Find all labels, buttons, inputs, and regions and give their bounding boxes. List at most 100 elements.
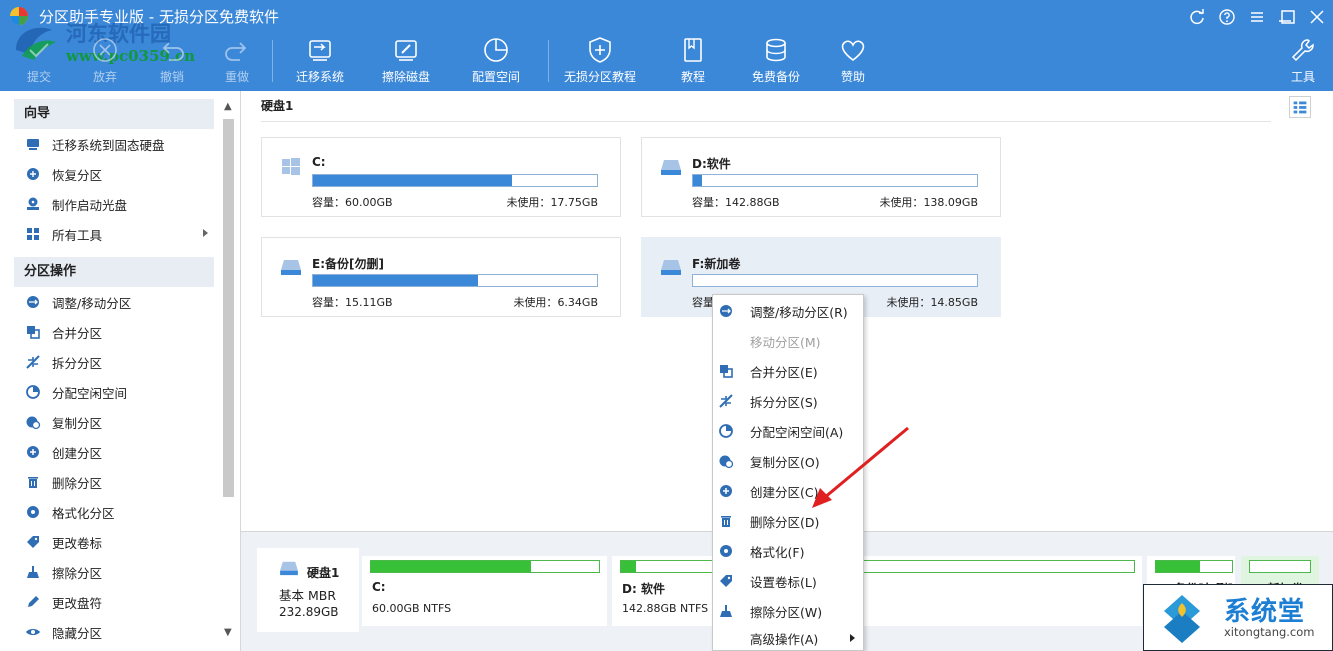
scrollbar-thumb[interactable] (223, 119, 234, 497)
commit-label: 提交 (26, 70, 51, 84)
usage-bar (1249, 560, 1311, 573)
menu-item-label: 分配空闲空间(A) (750, 424, 844, 440)
usage-bar-fill (313, 175, 512, 186)
ops-section-title: 分区操作 (14, 257, 214, 287)
divider (261, 121, 1271, 122)
partition-card-e[interactable]: E:备份[勿删] 容量：15.11GB 未使用：6.34GB (261, 237, 621, 317)
discard-button[interactable]: 放弃 (90, 36, 120, 88)
sidebar-item-label: 调整/移动分区 (52, 295, 132, 311)
redo-button[interactable]: 重做 (222, 36, 252, 88)
partition-size: 142.88GB NTFS (622, 602, 709, 615)
app-logo-icon (10, 7, 28, 25)
sidebar-item-create[interactable]: 创建分区 (14, 437, 214, 467)
migrate-os-icon (309, 40, 331, 61)
menu-item-split[interactable]: 拆分分区(S) (713, 386, 863, 416)
disk-summary[interactable]: 硬盘1 基本 MBR 232.89GB (257, 548, 359, 632)
sidebar-item-hide[interactable]: 隐藏分区 (14, 617, 214, 647)
sidebar-item-allocate[interactable]: 分配空闲空间 (14, 377, 214, 407)
create-icon (720, 485, 732, 497)
chevron-right-icon (203, 229, 208, 237)
grid-tools-icon (24, 226, 42, 242)
menu-item-create[interactable]: 创建分区(C) (713, 476, 863, 506)
resize-icon (24, 294, 42, 310)
sidebar-item-label: 隐藏分区 (52, 625, 103, 641)
sidebar-item-merge[interactable]: 合并分区 (14, 317, 214, 347)
pie-icon (24, 384, 42, 400)
tutorial-button[interactable]: 教程 (678, 36, 708, 88)
free-backup-button[interactable]: 免费备份 (752, 36, 800, 88)
sponsor-button[interactable]: 赞助 (838, 36, 868, 88)
menu-icon[interactable] (1248, 8, 1266, 26)
merge-icon (720, 365, 733, 378)
sidebar-item-recover[interactable]: 恢复分区 (14, 159, 214, 189)
partition-size: 60.00GB NTFS (372, 602, 452, 615)
pencil-icon (24, 594, 42, 610)
sidebar-item-split[interactable]: 拆分分区 (14, 347, 214, 377)
discard-label: 放弃 (92, 70, 117, 84)
maximize-icon[interactable] (1279, 8, 1297, 26)
migrate-os-label: 迁移系统 (296, 70, 345, 84)
allocate-space-button[interactable]: 配置空间 (472, 36, 520, 88)
sidebar-item-all-tools[interactable]: 所有工具 (14, 219, 214, 249)
sidebar-item-delete[interactable]: 删除分区 (14, 467, 214, 497)
sidebar-item-format[interactable]: 格式化分区 (14, 497, 214, 527)
sidebar-item-resize[interactable]: 调整/移动分区 (14, 287, 214, 317)
usage-bar-fill (693, 175, 702, 186)
pie-icon (719, 424, 733, 438)
sidebar-item-migrate-ssd[interactable]: 迁移系统到固态硬盘 (14, 129, 214, 159)
sidebar-item-change-label[interactable]: 更改卷标 (14, 527, 214, 557)
drive-icon (661, 160, 681, 175)
undo-button[interactable]: 撤销 (157, 36, 187, 88)
disk-map-partition-c[interactable]: C: 60.00GB NTFS (362, 556, 607, 626)
recover-icon (24, 166, 42, 182)
partition-card-c[interactable]: C: 容量：60.00GB 未使用：17.75GB (261, 137, 621, 217)
windows-icon (282, 158, 300, 175)
drive-icon (281, 260, 301, 275)
capacity-text: 容量：60.00GB (312, 196, 393, 209)
help-icon[interactable] (1218, 8, 1236, 26)
wipe-disk-button[interactable]: 擦除磁盘 (382, 36, 430, 88)
menu-item-copy[interactable]: 复制分区(O) (713, 446, 863, 476)
usage-bar (692, 274, 978, 287)
menu-item-advanced[interactable]: 高级操作(A) (713, 623, 863, 651)
migrate-os-button[interactable]: 迁移系统 (296, 36, 344, 88)
menu-item-label: 擦除分区(W) (750, 604, 823, 620)
menu-item-resize[interactable]: 调整/移动分区(R) (713, 296, 863, 326)
menu-item-move[interactable]: 移动分区(M) (713, 326, 863, 356)
toolbar-divider (272, 40, 273, 82)
menu-item-merge[interactable]: 合并分区(E) (713, 356, 863, 386)
menu-item-format[interactable]: 格式化(F) (713, 536, 863, 566)
scroll-down-icon[interactable]: ▼ (224, 627, 232, 638)
scroll-up-icon[interactable]: ▲ (224, 101, 232, 112)
free-text: 未使用：6.34GB (513, 296, 598, 309)
close-icon[interactable] (1308, 8, 1326, 26)
menu-item-wipe[interactable]: 擦除分区(W) (713, 596, 863, 626)
refresh-icon[interactable] (1188, 8, 1206, 26)
lossless-tutorial-button[interactable]: 无损分区教程 (564, 36, 636, 88)
wrench-icon (1291, 39, 1314, 62)
tutorial-label: 教程 (680, 70, 705, 84)
tools-button[interactable]: 工具 (1288, 36, 1318, 88)
tag-icon (720, 575, 732, 587)
sidebar-scrollbar[interactable]: ▲ ▼ (221, 97, 235, 643)
disk-map-partition-d[interactable]: D: 软件 142.88GB NTFS (612, 556, 1142, 626)
tag-icon (24, 534, 42, 550)
menu-item-set-label[interactable]: 设置卷标(L) (713, 566, 863, 596)
split-icon (24, 354, 42, 370)
menu-item-delete[interactable]: 删除分区(D) (713, 506, 863, 536)
view-toggle-button[interactable] (1289, 96, 1311, 118)
merge-icon (24, 324, 42, 340)
split-icon (719, 394, 733, 408)
partition-card-d[interactable]: D:软件 容量：142.88GB 未使用：138.09GB (641, 137, 1001, 217)
commit-button[interactable]: 提交 (24, 36, 54, 88)
title-toolbar: 分区助手专业版 - 无损分区免费软件 河东软件园 www.pc0359.cn 提… (0, 0, 1333, 91)
partition-name: E:备份[勿删] (312, 257, 384, 271)
sidebar-item-wipe[interactable]: 擦除分区 (14, 557, 214, 587)
sidebar-item-change-letter[interactable]: 更改盘符 (14, 587, 214, 617)
menu-item-allocate[interactable]: 分配空闲空间(A) (713, 416, 863, 446)
sidebar-item-boot-disc[interactable]: 制作启动光盘 (14, 189, 214, 219)
usage-bar-fill (371, 561, 531, 572)
usage-bar-fill (621, 561, 637, 572)
sidebar-item-copy[interactable]: 复制分区 (14, 407, 214, 437)
context-menu: 调整/移动分区(R) 移动分区(M) 合并分区(E) 拆分分区(S) 分配空闲空… (712, 294, 864, 651)
